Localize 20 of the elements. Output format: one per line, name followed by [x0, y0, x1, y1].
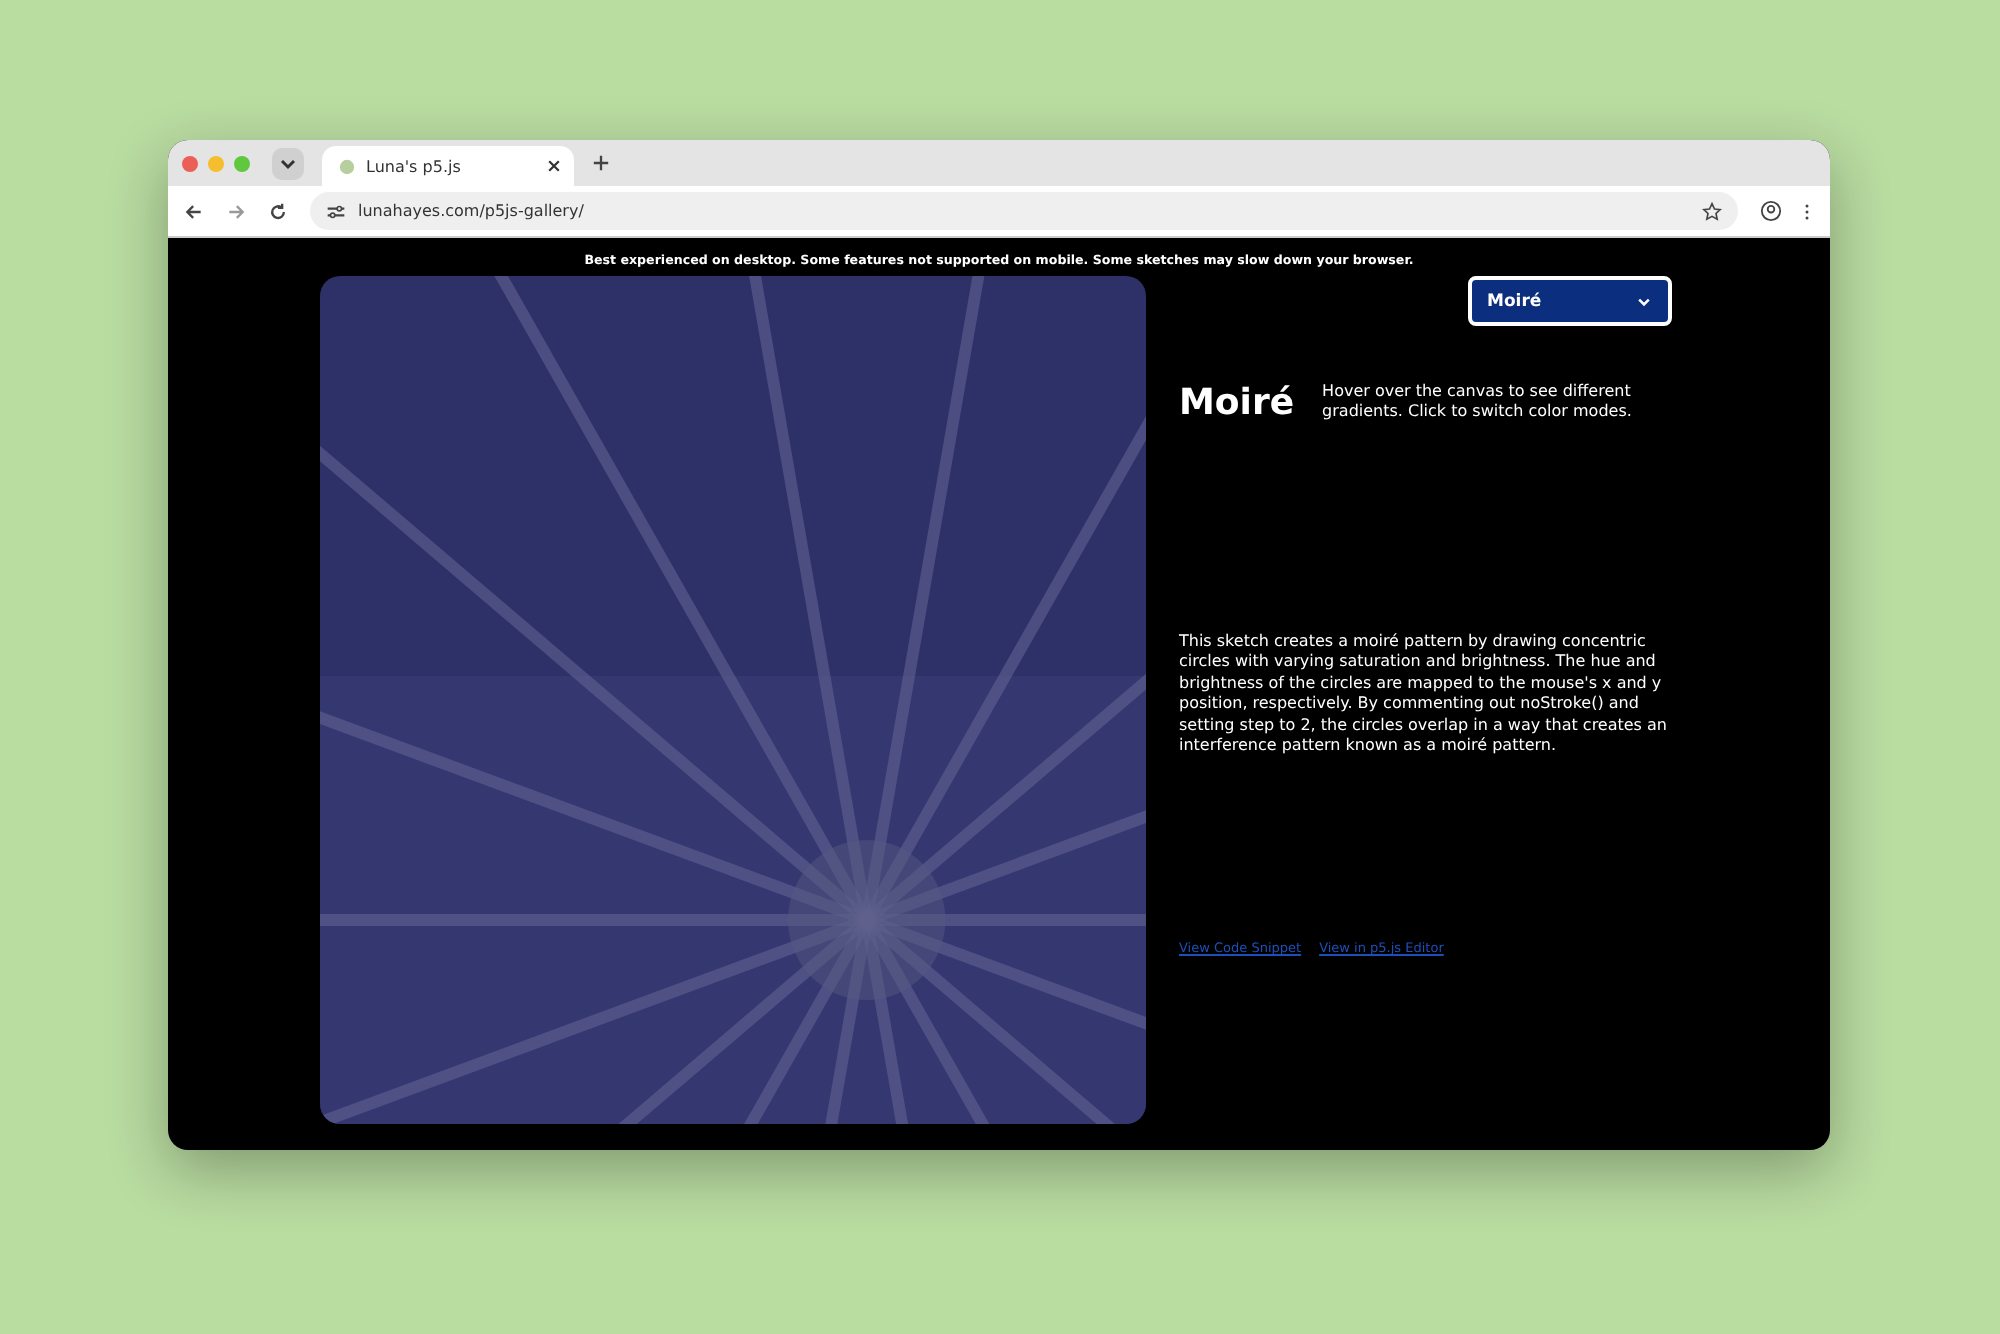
- chevron-down-icon[interactable]: [272, 147, 304, 179]
- address-bar[interactable]: lunahayes.com/p5js-gallery/: [310, 192, 1738, 230]
- sketch-dropdown[interactable]: Moiré: [1467, 276, 1671, 326]
- browser-tab[interactable]: Luna's p5.js: [322, 146, 574, 186]
- site-settings-icon[interactable]: [326, 201, 346, 221]
- tab-title: Luna's p5.js: [366, 157, 463, 175]
- bookmark-star-icon[interactable]: [1702, 201, 1722, 221]
- reload-icon[interactable]: [268, 201, 288, 221]
- back-arrow-icon[interactable]: [184, 201, 204, 221]
- description-text: This sketch creates a moiré pattern by drawing concentric circles with varying saturation and brightness. The hue and brightness of the circles are mapped to the mouse's x and y position, respectively. By commenting out noStroke() and setting step to 2, the circles overlap in a way that creates an interference pattern known as a moiré pattern.: [1179, 632, 1669, 757]
- new-tab-icon[interactable]: [592, 154, 610, 172]
- forward-arrow-icon[interactable]: [226, 201, 246, 221]
- chevron-down-icon: [1635, 293, 1651, 309]
- sketch-title: Moiré: [1179, 382, 1295, 424]
- page-icon: [338, 157, 356, 175]
- close-icon[interactable]: [546, 158, 562, 174]
- close-window-icon[interactable]: [182, 155, 198, 171]
- profile-icon[interactable]: [1760, 200, 1782, 222]
- hint-text: Hover over the canvas to see different gradients. Click to switch color modes.: [1322, 382, 1634, 422]
- more-menu-icon[interactable]: [1804, 201, 1810, 221]
